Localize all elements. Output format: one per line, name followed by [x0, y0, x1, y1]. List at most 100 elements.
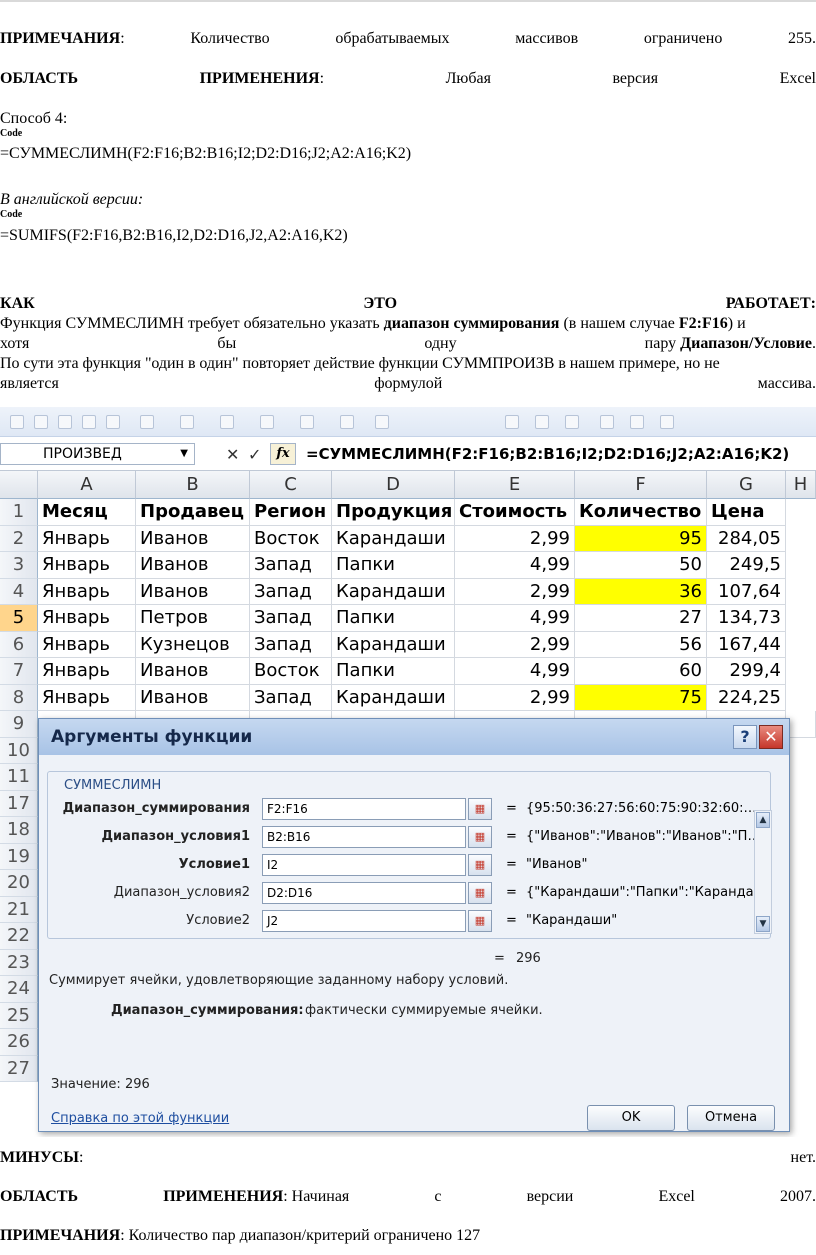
arrow-icon[interactable]: [505, 415, 519, 429]
help-icon[interactable]: ?: [733, 725, 757, 749]
table-cell[interactable]: 4,99: [455, 658, 575, 685]
row-header[interactable]: 25: [0, 1002, 38, 1029]
ok-button[interactable]: OK: [587, 1105, 675, 1131]
table-cell[interactable]: 224,25: [707, 684, 786, 711]
row-header[interactable]: 4: [0, 578, 38, 605]
table-cell[interactable]: 2,99: [455, 631, 575, 658]
formula-text[interactable]: =СУММЕСЛИМН(F2:F16;B2:B16;I2;D2:D16;J2;A…: [306, 445, 789, 463]
column-header[interactable]: F: [575, 471, 707, 499]
row-header[interactable]: 2: [0, 525, 38, 552]
table-cell[interactable]: 27: [575, 605, 707, 632]
header-cell[interactable]: Цена: [707, 499, 786, 526]
row-header[interactable]: 18: [0, 817, 38, 844]
grid-icon[interactable]: [535, 415, 549, 429]
table-cell[interactable]: 36: [575, 578, 707, 605]
column-header[interactable]: A: [38, 471, 136, 499]
header-cell[interactable]: Продавец: [136, 499, 250, 526]
header-cell[interactable]: Продукция: [332, 499, 455, 526]
table-cell[interactable]: [786, 711, 816, 738]
table-cell[interactable]: Запад: [250, 605, 332, 632]
table-cell[interactable]: Иванов: [136, 658, 250, 685]
collapse-dialog-icon[interactable]: ▦: [468, 882, 492, 904]
table-cell[interactable]: Карандаши: [332, 578, 455, 605]
header-cell[interactable]: Месяц: [38, 499, 136, 526]
table-cell[interactable]: Запад: [250, 578, 332, 605]
table-cell[interactable]: Кузнецов: [136, 631, 250, 658]
table-cell[interactable]: 4,99: [455, 605, 575, 632]
column-header[interactable]: E: [455, 471, 575, 499]
table-cell[interactable]: Январь: [38, 658, 136, 685]
collapse-dialog-icon[interactable]: ▦: [468, 854, 492, 876]
scroll-up-icon[interactable]: ▲: [756, 812, 770, 828]
table-cell[interactable]: 60: [575, 658, 707, 685]
row-header[interactable]: 24: [0, 976, 38, 1003]
table-cell[interactable]: Январь: [38, 552, 136, 579]
row-header[interactable]: 5: [0, 605, 38, 632]
argument-input[interactable]: I2: [262, 854, 466, 876]
paste-icon[interactable]: [260, 415, 274, 429]
argument-input[interactable]: D2:D16: [262, 882, 466, 904]
collapse-dialog-icon[interactable]: ▦: [468, 798, 492, 820]
column-header[interactable]: D: [332, 471, 455, 499]
header-cell[interactable]: Количество: [575, 499, 707, 526]
calc-icon[interactable]: [630, 415, 644, 429]
insert-function-button[interactable]: fx: [270, 443, 296, 465]
scroll-down-icon[interactable]: ▼: [756, 916, 770, 932]
row-header[interactable]: 7: [0, 658, 38, 685]
row-header[interactable]: 21: [0, 896, 38, 923]
column-header[interactable]: G: [707, 471, 786, 499]
table-cell[interactable]: 56: [575, 631, 707, 658]
print-icon[interactable]: [106, 415, 120, 429]
table-cell[interactable]: Петров: [136, 605, 250, 632]
cancel-formula-icon[interactable]: ✕: [226, 445, 239, 464]
row-header[interactable]: 17: [0, 790, 38, 817]
cut-icon[interactable]: [180, 415, 194, 429]
table-cell[interactable]: Иванов: [136, 578, 250, 605]
table-cell[interactable]: Восток: [250, 658, 332, 685]
table-cell[interactable]: 284,05: [707, 525, 786, 552]
table-cell[interactable]: 167,44: [707, 631, 786, 658]
copy-icon[interactable]: [220, 415, 234, 429]
table-cell[interactable]: 4,99: [455, 552, 575, 579]
cancel-button[interactable]: Отмена: [687, 1105, 775, 1131]
table-cell[interactable]: Запад: [250, 552, 332, 579]
row-header[interactable]: 27: [0, 1055, 38, 1082]
row-header[interactable]: 11: [0, 764, 38, 791]
table-cell[interactable]: Восток: [250, 525, 332, 552]
table-cell[interactable]: Январь: [38, 684, 136, 711]
argument-input[interactable]: F2:F16: [262, 798, 466, 820]
table-cell[interactable]: Январь: [38, 525, 136, 552]
row-header[interactable]: 19: [0, 843, 38, 870]
table-cell[interactable]: Январь: [38, 631, 136, 658]
table-cell[interactable]: Иванов: [136, 525, 250, 552]
table-cell[interactable]: Карандаши: [332, 631, 455, 658]
row-header[interactable]: 10: [0, 737, 38, 764]
table-cell[interactable]: Запад: [250, 684, 332, 711]
sheet-icon[interactable]: [660, 415, 674, 429]
row-header[interactable]: 22: [0, 923, 38, 950]
table-cell[interactable]: Папки: [332, 605, 455, 632]
table-cell[interactable]: Иванов: [136, 552, 250, 579]
table-cell[interactable]: Январь: [38, 578, 136, 605]
table-cell[interactable]: 299,4: [707, 658, 786, 685]
row-header[interactable]: 3: [0, 552, 38, 579]
table-icon[interactable]: [375, 415, 389, 429]
table-cell[interactable]: 95: [575, 525, 707, 552]
table-cell[interactable]: 134,73: [707, 605, 786, 632]
function-help-link[interactable]: Справка по этой функции: [51, 1111, 229, 1126]
table-cell[interactable]: Папки: [332, 658, 455, 685]
arguments-scrollbar[interactable]: ▲ ▼: [754, 810, 772, 934]
table-cell[interactable]: Карандаши: [332, 684, 455, 711]
row-header[interactable]: 20: [0, 870, 38, 897]
table-cell[interactable]: 2,99: [455, 684, 575, 711]
select-all-corner[interactable]: [0, 471, 38, 499]
close-icon[interactable]: ✕: [759, 725, 783, 749]
open-icon[interactable]: [58, 415, 72, 429]
new-icon[interactable]: [34, 415, 48, 429]
chevron-down-icon[interactable]: ▼: [180, 444, 188, 464]
table-cell[interactable]: Январь: [38, 605, 136, 632]
column-header[interactable]: H: [786, 471, 816, 499]
format-icon[interactable]: [300, 415, 314, 429]
row-header[interactable]: 1: [0, 499, 38, 526]
enter-formula-icon[interactable]: ✓: [248, 445, 261, 464]
